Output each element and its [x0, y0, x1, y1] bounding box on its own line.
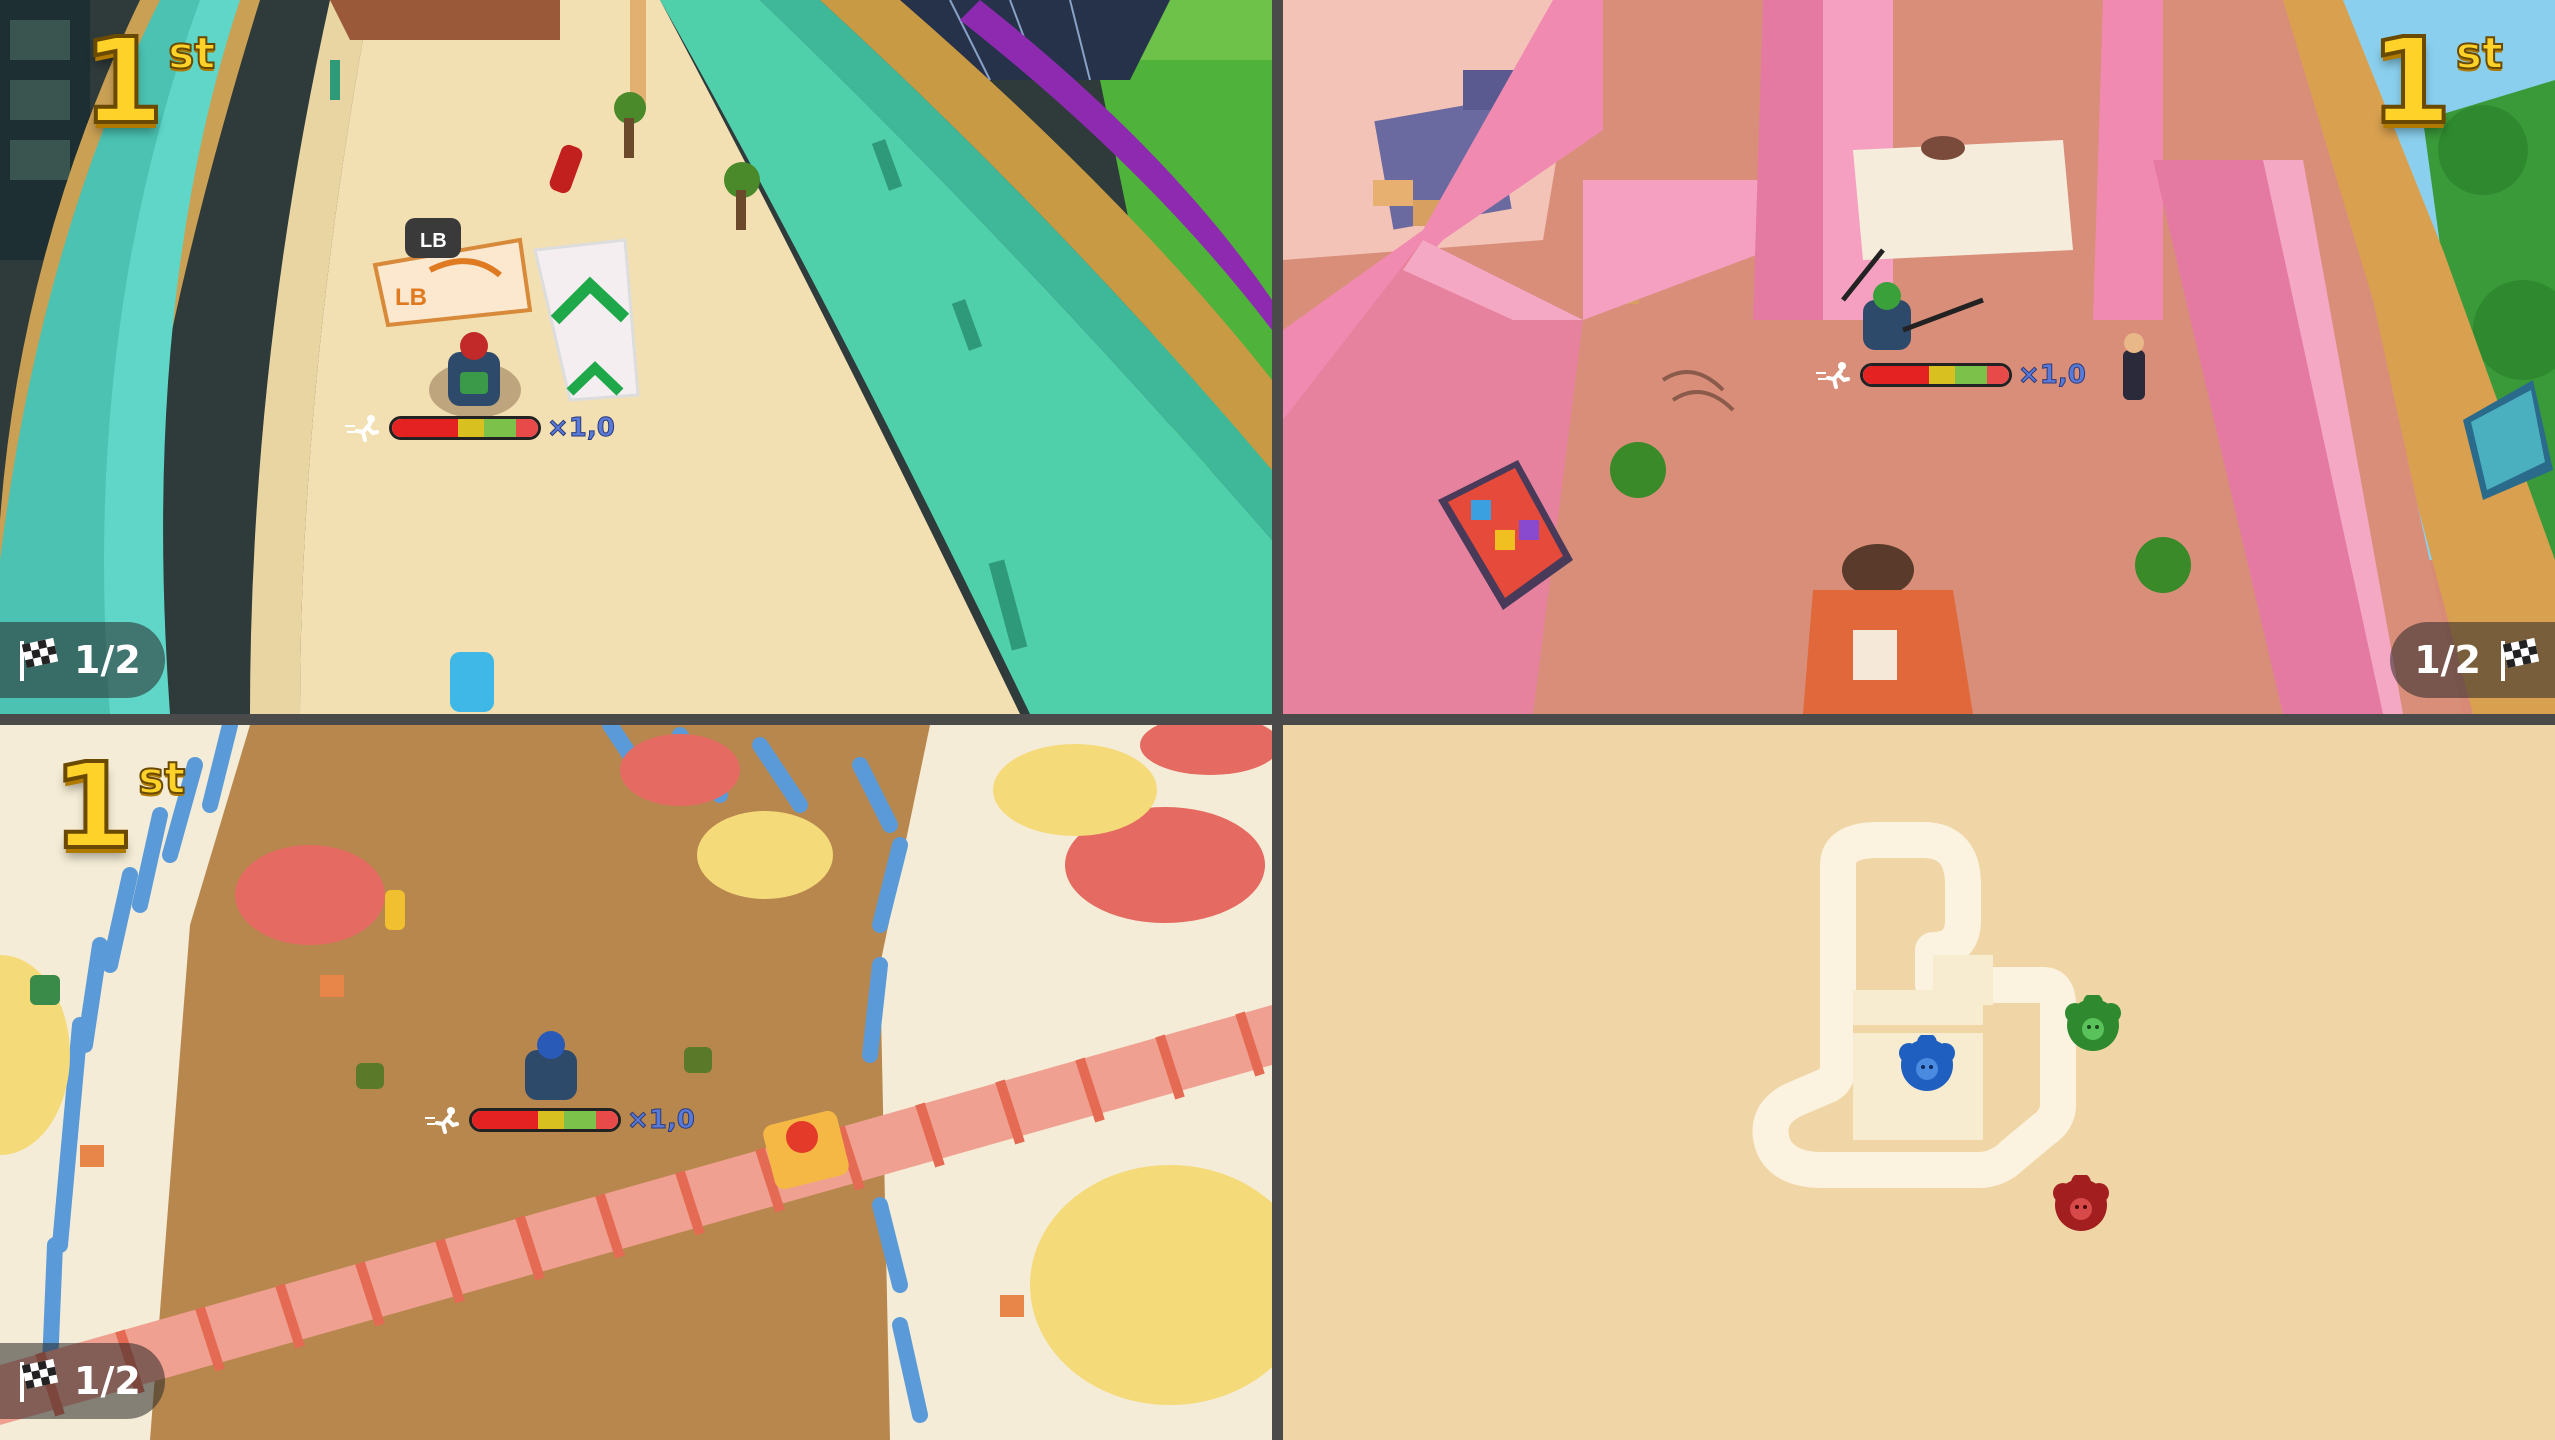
running-man-icon [425, 1107, 459, 1134]
boost-bar-fill [392, 419, 458, 437]
boost-meter: ×1,0 [1816, 360, 2087, 391]
boost-meter: ×1,0 [345, 413, 616, 444]
position-suffix: st [137, 753, 186, 804]
speed-multiplier: ×1,0 [2018, 360, 2087, 391]
checkered-flag-icon [20, 1358, 59, 1402]
speed-multiplier: ×1,0 [547, 413, 616, 444]
blue-racer-marker [1897, 1033, 1957, 1095]
running-man-icon [1816, 362, 1850, 389]
boost-bar-fill [472, 1111, 538, 1129]
boost-bar [1860, 363, 2012, 387]
minimap-panel [1283, 725, 2555, 1440]
position-number: 1 [80, 12, 166, 150]
green-racer-marker [2063, 993, 2123, 1055]
race-position-indicator: 1 st [2368, 12, 2504, 150]
player-1-viewport: LB LB 1 st ×1,0 1/2 [0, 0, 1272, 714]
speed-multiplier: ×1,0 [627, 1105, 696, 1136]
red-racer-marker [2051, 1173, 2111, 1235]
running-man-icon [345, 415, 379, 442]
lap-count: 1/2 [74, 1359, 141, 1403]
player-2-viewport: 1 st ×1,0 1/2 [1283, 0, 2555, 714]
race-position-indicator: 1 st [50, 737, 186, 875]
lap-counter: 1/2 [0, 1343, 165, 1419]
lb-button-hint: LB [420, 230, 447, 252]
boost-bar-fill [1863, 366, 1929, 384]
red-racer-avatar-icon [2053, 1173, 2109, 1231]
boost-meter: ×1,0 [425, 1105, 696, 1136]
lap-counter: 1/2 [0, 622, 165, 698]
p3-game-scene [0, 725, 1272, 1440]
checkered-flag-icon [20, 637, 59, 681]
position-suffix: st [2455, 28, 2504, 79]
lap-count: 1/2 [2414, 638, 2481, 682]
p1-sign-text: LB [395, 284, 427, 311]
race-position-indicator: 1 st [80, 12, 216, 150]
p2-game-scene [1283, 0, 2555, 714]
player-3-viewport: 1 st ×1,0 1/2 [0, 725, 1272, 1440]
boost-bar [469, 1108, 621, 1132]
checkered-flag-icon [2501, 637, 2540, 681]
lap-count: 1/2 [74, 638, 141, 682]
green-racer-avatar-icon [2065, 993, 2121, 1051]
blue-racer-avatar-icon [1899, 1033, 1955, 1091]
position-suffix: st [167, 28, 216, 79]
position-number: 1 [2368, 12, 2454, 150]
lap-counter: 1/2 [2390, 622, 2555, 698]
position-number: 1 [50, 737, 136, 875]
boost-bar [389, 416, 541, 440]
